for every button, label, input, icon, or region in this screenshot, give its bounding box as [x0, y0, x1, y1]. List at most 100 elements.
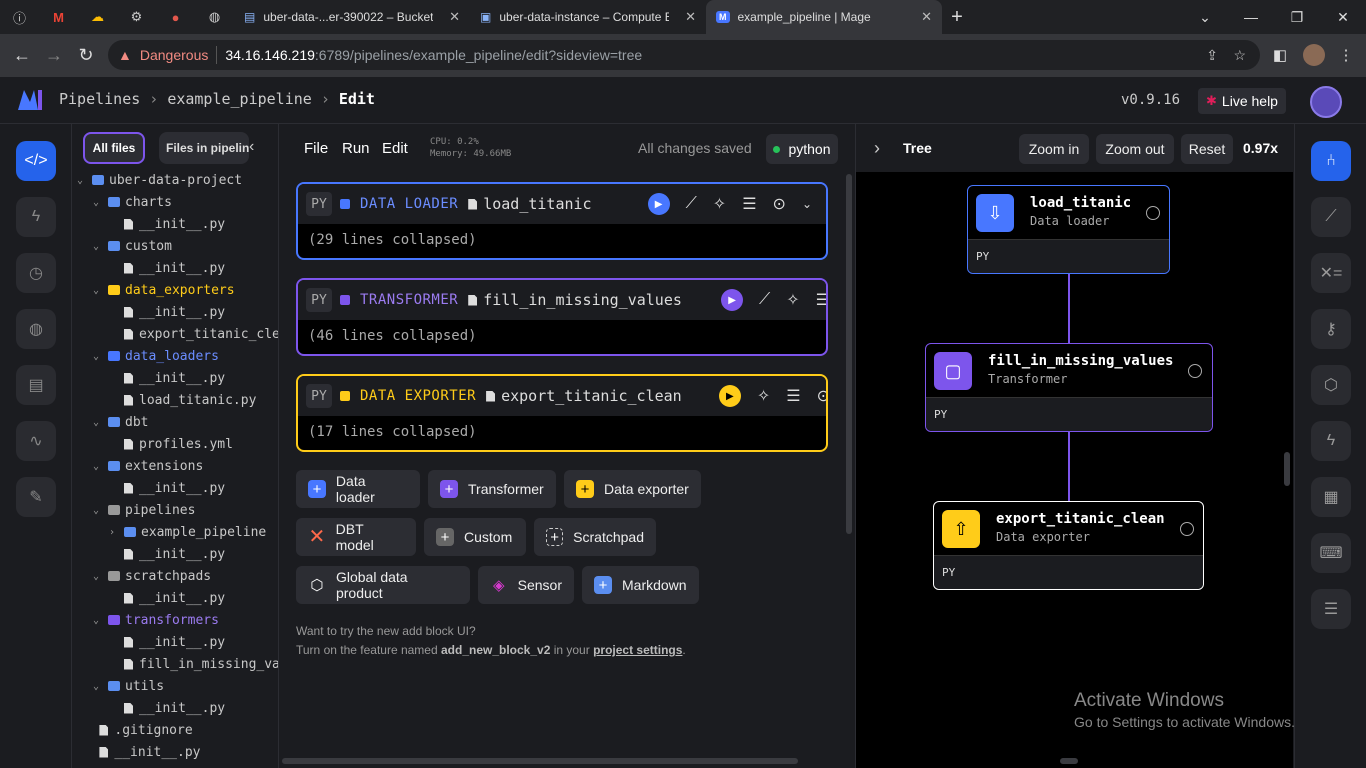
sparkles-icon[interactable]: ✧: [713, 194, 726, 214]
tree-horizontal-scrollbar[interactable]: [1060, 758, 1078, 764]
bolt-icon[interactable]: ϟ: [1311, 421, 1351, 461]
settings-sliders-icon[interactable]: ☰: [786, 386, 800, 406]
live-help-button[interactable]: ✱ Live help: [1198, 88, 1286, 114]
collapsed-lines[interactable]: (17 lines collapsed): [298, 416, 826, 448]
tree-file[interactable]: __init__.py: [109, 631, 225, 653]
tree-folder[interactable]: ⌄ custom: [93, 235, 172, 257]
tab-files-in-pipeline[interactable]: Files in pipeline: [159, 132, 249, 164]
pinned-tab-6[interactable]: ◍: [195, 0, 234, 34]
tree-folder[interactable]: ⌄ transformers: [93, 609, 219, 631]
cube-icon[interactable]: ⬡: [1311, 365, 1351, 405]
block-name[interactable]: export_titanic_clean: [486, 387, 682, 405]
tree-folder[interactable]: ⌄ data_exporters: [93, 279, 235, 301]
key-icon[interactable]: ⚷: [1311, 309, 1351, 349]
variables-icon[interactable]: ✕=: [1311, 253, 1351, 293]
tree-file[interactable]: __init__.py: [109, 257, 225, 279]
add-dbt-model-button[interactable]: ✕ DBT model: [296, 518, 416, 556]
chevron-down-icon[interactable]: ⌄: [93, 615, 105, 626]
pulse-icon[interactable]: ∿: [16, 421, 56, 461]
add-sensor-button[interactable]: ◈ Sensor: [478, 566, 574, 604]
restore-button[interactable]: ❐: [1274, 0, 1320, 34]
crumb-pipeline[interactable]: example_pipeline: [167, 90, 312, 108]
tab-compute[interactable]: ▣ uber-data-instance – Compute En ✕: [470, 0, 706, 34]
add-transformer-button[interactable]: + Transformer: [428, 470, 556, 508]
add-global-data-product-button[interactable]: ⬡ Global data product: [296, 566, 470, 604]
block-name[interactable]: load_titanic: [468, 195, 592, 213]
pinned-tab-2[interactable]: M: [39, 0, 78, 34]
reload-button[interactable]: ↻: [70, 40, 102, 72]
security-label[interactable]: Dangerous: [140, 47, 209, 63]
add-data-exporter-button[interactable]: + Data exporter: [564, 470, 701, 508]
browser-menu-icon[interactable]: ⋮: [1332, 41, 1360, 69]
tree-file[interactable]: .gitignore: [99, 719, 193, 741]
tree-folder[interactable]: ⌄ charts: [93, 191, 172, 213]
close-icon[interactable]: ✕: [449, 9, 460, 25]
chevron-down-icon[interactable]: ⌄: [93, 351, 105, 362]
pinned-tab-3[interactable]: ☁: [78, 0, 117, 34]
add-data-loader-button[interactable]: + Data loader: [296, 470, 420, 508]
new-tab-button[interactable]: +: [942, 0, 972, 34]
monitor-icon[interactable]: ▤: [16, 365, 56, 405]
profile-avatar[interactable]: [1300, 41, 1328, 69]
run-block-button[interactable]: ▶: [718, 385, 741, 407]
tree-folder[interactable]: ⌄ utils: [93, 675, 164, 697]
tree-folder[interactable]: ⌄ scratchpads: [93, 565, 211, 587]
chart-icon[interactable]: ⟋: [1311, 197, 1351, 237]
settings-sliders-icon[interactable]: ☰: [742, 194, 756, 214]
tree-file[interactable]: __init__.py: [109, 587, 225, 609]
tree-node-fill-in-missing-values[interactable]: ▢ fill_in_missing_values Transformer PY: [925, 343, 1213, 432]
chevron-down-icon[interactable]: ⌄: [93, 681, 105, 692]
sidebar-toggle-icon[interactable]: ◧: [1266, 41, 1294, 69]
chevron-down-icon[interactable]: ⌄: [93, 285, 105, 296]
minimize-button[interactable]: —: [1228, 0, 1274, 34]
mage-logo-icon[interactable]: [18, 90, 42, 110]
tree-file[interactable]: fill_in_missing_values.py: [109, 653, 278, 675]
chart-icon[interactable]: ⟋: [759, 291, 770, 309]
tree-file[interactable]: __init__.py: [109, 367, 225, 389]
node-select-radio[interactable]: [1188, 364, 1202, 378]
chevron-down-icon[interactable]: ⌄: [93, 505, 105, 516]
forward-button[interactable]: →: [38, 40, 70, 72]
share-icon[interactable]: ⇪: [1206, 47, 1218, 64]
tree-file[interactable]: load_titanic.py: [109, 389, 256, 411]
chevron-down-icon[interactable]: ⌄: [93, 417, 105, 428]
pinned-tab-4[interactable]: ⚙: [117, 0, 156, 34]
omnibox[interactable]: ▲ Dangerous 34.16.146.219 :6789/pipeline…: [108, 40, 1260, 70]
tree-file[interactable]: __init__.py: [109, 543, 225, 565]
tree-folder[interactable]: ⌄ uber-data-project: [77, 169, 242, 191]
editor-horizontal-scrollbar[interactable]: [282, 758, 798, 764]
more-options-icon[interactable]: ⊙: [817, 386, 826, 406]
chevron-right-icon[interactable]: ›: [109, 527, 121, 538]
code-block-data-exporter[interactable]: PY DATA EXPORTER export_titanic_clean ▶ …: [296, 374, 828, 452]
pinned-tab-1[interactable]: ⓘ: [0, 0, 39, 34]
chevron-down-icon[interactable]: ⌄: [77, 175, 89, 186]
run-block-button[interactable]: ▶: [721, 289, 744, 311]
chevron-left-icon[interactable]: ‹: [249, 138, 254, 156]
pinned-tab-5[interactable]: ●: [156, 0, 195, 34]
user-avatar[interactable]: [1310, 86, 1342, 118]
chevron-down-icon[interactable]: ⌄: [93, 461, 105, 472]
chevron-down-icon[interactable]: ⌄: [93, 241, 105, 252]
terminal-icon[interactable]: ⌨: [1311, 533, 1351, 573]
star-icon[interactable]: ☆: [1233, 47, 1246, 64]
menu-edit[interactable]: Edit: [382, 140, 408, 157]
add-custom-button[interactable]: + Custom: [424, 518, 526, 556]
tree-node-load-titanic[interactable]: ⇩ load_titanic Data loader PY: [967, 185, 1170, 274]
tree-file[interactable]: __init__.py: [109, 477, 225, 499]
collapsed-lines[interactable]: (29 lines collapsed): [298, 224, 826, 256]
settings-sliders-icon[interactable]: ☰: [1311, 589, 1351, 629]
tree-node-export-titanic-clean[interactable]: ⇧ export_titanic_clean Data exporter PY: [933, 501, 1204, 590]
node-select-radio[interactable]: [1146, 206, 1160, 220]
table-icon[interactable]: ▦: [1311, 477, 1351, 517]
back-button[interactable]: ←: [6, 40, 38, 72]
add-scratchpad-button[interactable]: + Scratchpad: [534, 518, 656, 556]
runs-clock-icon[interactable]: ◷: [16, 253, 56, 293]
tree-folder[interactable]: ⌄ extensions: [93, 455, 203, 477]
collapsed-lines[interactable]: (46 lines collapsed): [298, 320, 826, 352]
tree-file[interactable]: __init__.py: [109, 301, 225, 323]
code-editor-icon[interactable]: </>: [16, 141, 56, 181]
run-block-button[interactable]: ▶: [647, 193, 670, 215]
kernel-status-button[interactable]: python: [766, 134, 838, 164]
editor-vertical-scrollbar[interactable]: [846, 174, 852, 534]
tree-folder[interactable]: ⌄ data_loaders: [93, 345, 219, 367]
